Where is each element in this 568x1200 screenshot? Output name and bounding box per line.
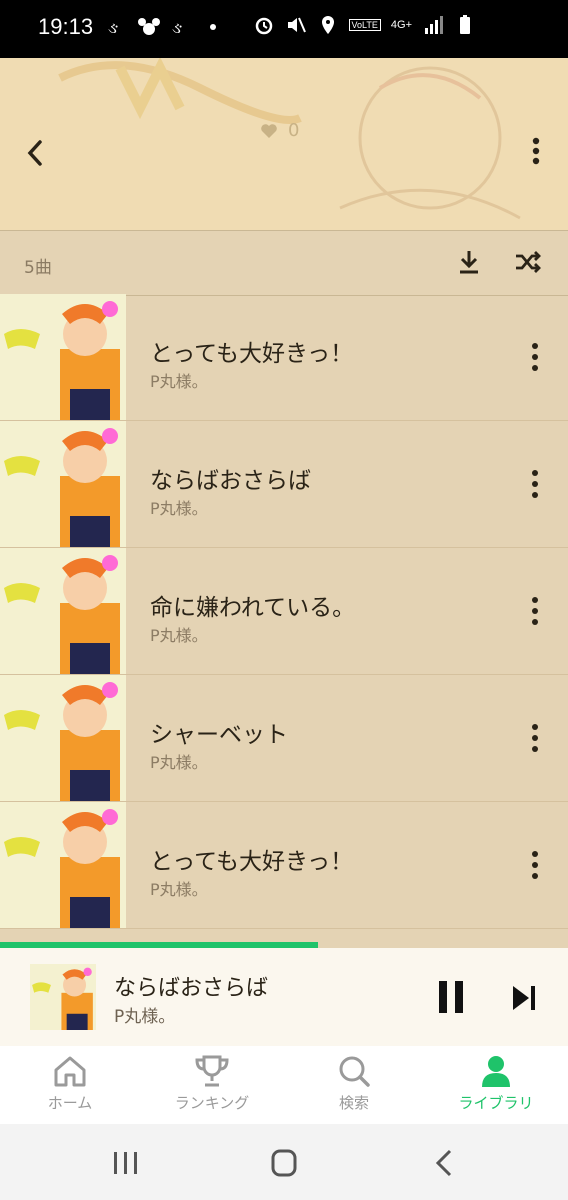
nav-home[interactable]: ホーム — [0, 1054, 140, 1124]
signal-icon — [425, 16, 443, 34]
bottom-navigation: ホーム ランキング 検索 ライブラリ — [0, 1046, 568, 1124]
nav-library-label: ライブラリ — [458, 1094, 534, 1112]
status-bar: 19:13 ઙ ઙ VoLTE 4G+ — [0, 0, 568, 58]
track-row[interactable]: ならばおさらば P丸様。 — [0, 421, 568, 548]
track-artist: P丸様。 — [150, 626, 208, 645]
network-label: 4G+ — [390, 19, 412, 31]
track-row[interactable]: 命に嫌われている。 P丸様。 — [0, 548, 568, 675]
svg-text:ઙ: ઙ — [172, 18, 182, 37]
track-artist: P丸様。 — [150, 753, 208, 772]
battery-icon — [460, 15, 470, 34]
chevron-left-icon — [27, 140, 42, 166]
system-navigation-bar — [0, 1124, 568, 1200]
location-icon — [321, 16, 334, 34]
system-status-icons: VoLTE 4G+ — [253, 14, 476, 36]
track-title: とっても大好きっ！ — [150, 341, 354, 367]
album-art — [0, 802, 126, 928]
header-more-button[interactable] — [524, 134, 548, 168]
playlist-header: 0 — [0, 58, 568, 230]
track-title: 命に嫌われている。 — [150, 595, 356, 621]
track-count: 5曲 — [24, 258, 52, 278]
status-time: 19:13 — [38, 14, 94, 39]
track-artist: P丸様。 — [150, 499, 208, 518]
volte-label: VoLTE — [348, 19, 381, 31]
app-notification-icon: ઙ — [108, 18, 118, 37]
heart-icon — [261, 123, 277, 138]
album-art — [0, 294, 126, 420]
app-notification-icon-2: ઙ — [172, 18, 182, 37]
nav-ranking[interactable]: ランキング — [142, 1054, 282, 1124]
like-count-value: 0 — [288, 120, 300, 141]
more-vertical-icon[interactable] — [530, 342, 540, 372]
track-row[interactable]: とっても大好きっ！ P丸様。 — [0, 802, 568, 929]
nav-home-label: ホーム — [47, 1094, 93, 1112]
track-row[interactable]: シャーベット P丸様。 — [0, 675, 568, 802]
more-vertical-icon — [532, 137, 540, 165]
more-vertical-icon[interactable] — [530, 469, 540, 499]
track-row[interactable]: とっても大好きっ！ P丸様。 — [0, 294, 568, 421]
nav-library[interactable]: ライブラリ — [426, 1054, 566, 1124]
header-background-art — [58, 58, 521, 220]
mouse-head-icon — [138, 18, 160, 35]
nav-search[interactable]: 検索 — [284, 1054, 424, 1124]
more-vertical-icon[interactable] — [530, 723, 540, 753]
recent-apps-icon[interactable] — [106, 1146, 146, 1180]
mini-album-art — [30, 964, 96, 1030]
back-nav-icon[interactable] — [424, 1146, 464, 1180]
track-title: シャーベット — [150, 722, 288, 748]
more-vertical-icon[interactable] — [530, 850, 540, 880]
back-button[interactable] — [18, 136, 52, 170]
track-title: ならばおさらば — [150, 468, 311, 494]
track-count-bar: 5曲 — [0, 230, 568, 296]
nav-ranking-label: ランキング — [174, 1094, 250, 1112]
pause-icon[interactable] — [436, 980, 466, 1014]
nav-search-label: 検索 — [338, 1094, 369, 1112]
mute-icon — [287, 17, 306, 33]
alarm-icon — [255, 17, 272, 35]
home-button-icon[interactable] — [264, 1146, 304, 1180]
user-icon — [482, 1056, 510, 1087]
album-art — [0, 675, 126, 801]
search-icon — [339, 1056, 370, 1087]
download-icon[interactable] — [454, 247, 484, 277]
more-vertical-icon[interactable] — [530, 596, 540, 626]
home-icon — [54, 1056, 86, 1087]
mini-player[interactable]: ならばおさらば P丸様。 — [0, 948, 568, 1046]
track-list: とっても大好きっ！ P丸様。 ならばおさらば P丸様。 命に嫌われている。 P丸… — [0, 294, 568, 929]
svg-text:ઙ: ઙ — [108, 18, 118, 37]
dot-icon — [210, 24, 216, 30]
shuffle-icon[interactable] — [512, 247, 544, 277]
track-artist: P丸様。 — [150, 880, 208, 899]
notification-icons: ઙ ઙ — [106, 16, 224, 38]
like-count: 0 — [260, 120, 299, 141]
track-title: とっても大好きっ！ — [150, 849, 354, 875]
album-art — [0, 421, 126, 547]
now-playing-title: ならばおさらば — [114, 976, 269, 1001]
now-playing-artist: P丸様。 — [114, 1007, 176, 1027]
album-art — [0, 548, 126, 674]
track-artist: P丸様。 — [150, 372, 208, 391]
skip-next-icon[interactable] — [510, 984, 538, 1012]
trophy-icon — [195, 1055, 229, 1087]
